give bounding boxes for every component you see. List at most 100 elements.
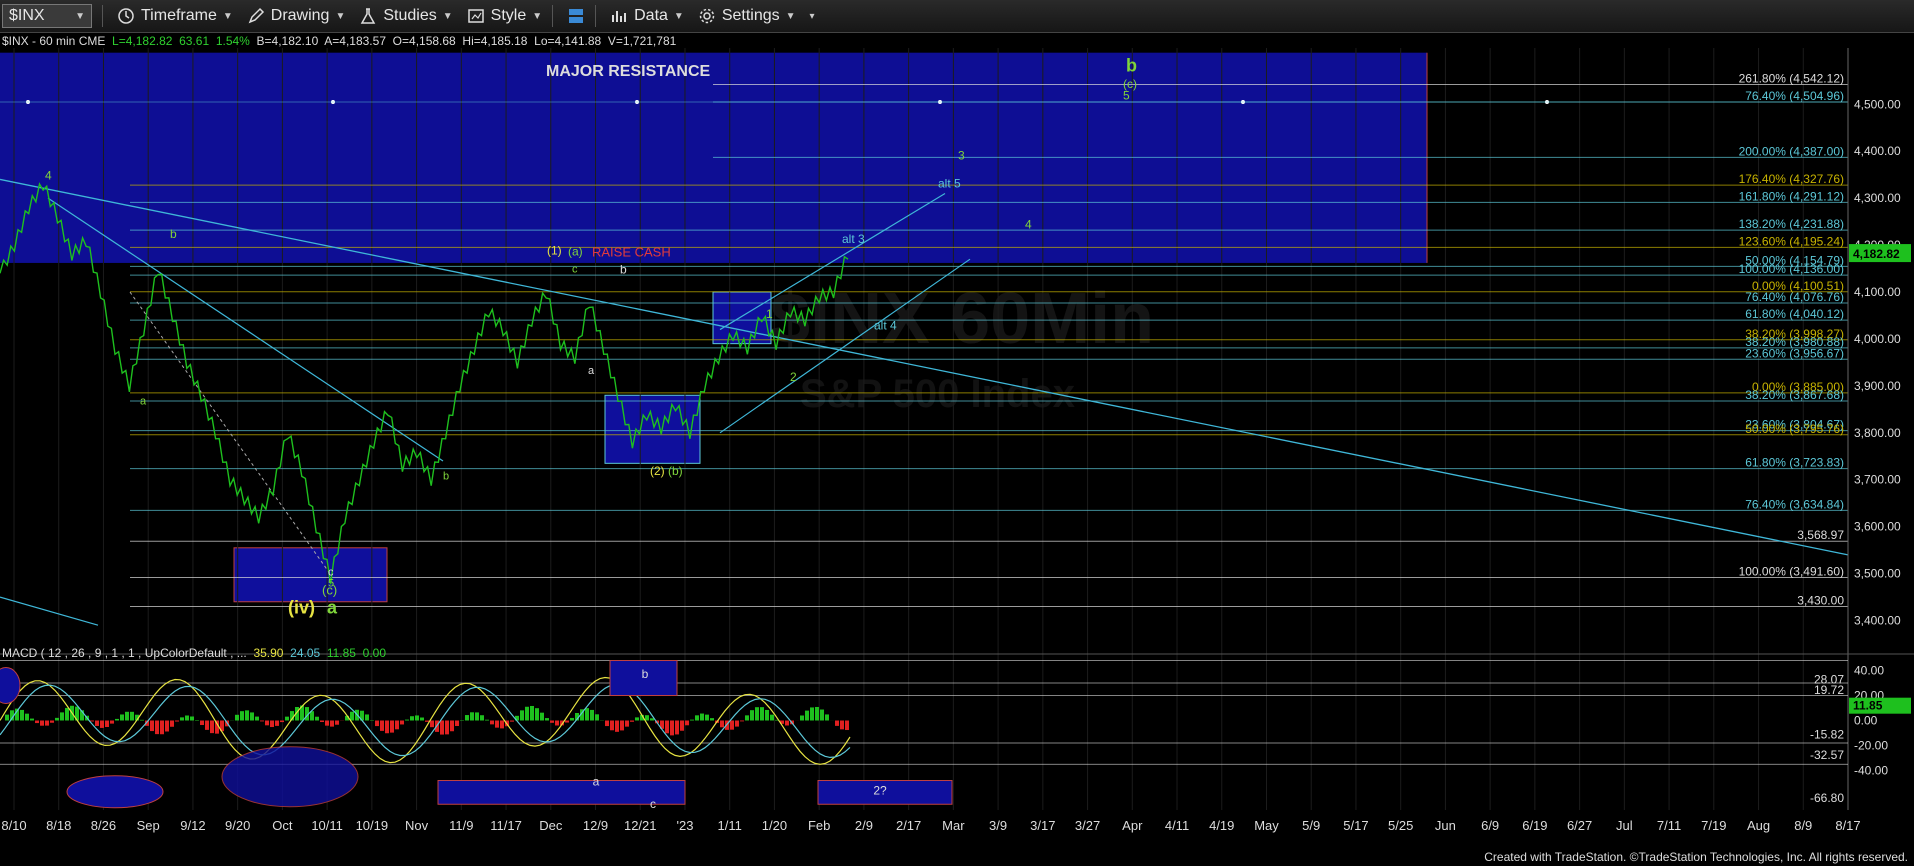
macd-hist-bar [325,720,329,726]
macd-hist-bar [390,720,394,733]
macd-header: MACD ( 12 , 26 , 9 , 1 , 1 , UpColorDefa… [2,646,386,660]
macd-hist-bar [825,714,829,721]
macd-hist-bar [350,711,354,721]
quote-bid: B=4,182.10 [256,34,319,48]
gear-icon [699,8,715,24]
macd-hist-bar [140,719,144,721]
chevron-down-icon: ▼ [75,10,85,22]
macd-hist-bar [200,720,204,726]
macd-hist-bar [685,720,689,726]
wave-label: b [443,471,449,483]
macd-hist-bar [365,714,369,721]
x-tick-label: Aug [1747,818,1770,833]
macd-hist-bar [650,718,654,721]
macd-hist-bar [635,717,639,721]
macd-hist-bar [30,718,34,721]
macd-hist-bar [100,720,104,728]
wave-label: 4 [45,168,52,182]
macd-hist-bar [210,720,214,734]
style-label: Style [490,7,527,24]
fib-level-label: 261.80% (4,542.12) [1739,72,1844,86]
data-button[interactable]: Data ▼ [610,7,684,25]
drawing-button[interactable]: Drawing ▼ [247,7,345,25]
fib-level-label: 38.20% (3,867.68) [1745,388,1844,402]
pencil-icon [248,7,264,24]
macd-hist-bar [500,720,504,729]
x-tick-label: 8/26 [91,818,116,833]
wave-label: b [1126,55,1137,75]
quote-symbol: $INX - 60 min CME [2,34,106,48]
macd-hist-bar [805,710,809,721]
wave-label: alt 4 [874,319,897,333]
macd-hist-bar [530,705,534,721]
timeframe-button[interactable]: Timeframe ▼ [117,7,233,25]
macd-hist-bar [585,708,589,721]
macd-hist-bar [670,720,674,736]
macd-hist-bar [745,715,749,721]
macd-level-label: -32.57 [1810,748,1844,762]
wave-label: c [572,263,578,275]
fib-level-label: 100.00% (4,136.00) [1739,262,1844,276]
macd-hist-bar [175,720,179,722]
macd-hist-bar [250,712,254,721]
macd-hist-bar [615,720,619,732]
footer-credit: Created with TradeStation. ©TradeStation… [1484,850,1908,864]
studies-button[interactable]: Studies ▼ [359,7,453,25]
macd-hist-bar [750,710,754,721]
macd-hist-bar [710,718,714,721]
macd-axis-tick: -20.00 [1854,739,1888,753]
macd-hist-bar [20,709,24,721]
macd-hist-bar [105,720,109,728]
price-chart[interactable]: 261.80% (4,542.12) 76.40% (4,504.96) 200.0… [0,48,1914,848]
macd-hist-bar [730,720,734,730]
macd-hist-bar [385,720,389,734]
macd-annotation: c [650,797,656,811]
style-button[interactable]: Style ▼ [467,7,542,25]
x-tick-label: 3/27 [1075,818,1100,833]
price-axis-tick: 4,000.00 [1854,332,1901,346]
macd-hist-bar [25,713,29,721]
macd-hist-bar [835,720,839,726]
wave-iv-box [233,547,388,603]
x-tick-label: Nov [405,818,429,833]
macd-hist-bar [770,714,774,721]
macd-hist-bar [65,707,69,721]
price-axis-tick: 3,700.00 [1854,473,1901,487]
fib-level-label: 76.40% (4,076.76) [1745,290,1844,304]
quote-open: O=4,158.68 [392,34,456,48]
symbol-selector[interactable]: $INX ▼ [2,4,92,28]
quote-line: $INX - 60 min CME L=4,182.82 63.61 1.54%… [2,34,676,48]
macd-hist-bar [470,712,474,721]
x-tick-label: 2/17 [896,818,921,833]
macd-hist-bar [625,720,629,727]
macd-hist-bar [535,708,539,721]
macd-ellipse [0,667,21,704]
layout-button[interactable] [567,7,585,25]
channel-lower [719,258,971,434]
x-tick-label: 8/9 [1794,818,1812,833]
fib-level-label: 200.00% (4,387.00) [1739,144,1844,158]
macd-hist-bar [420,717,424,721]
macd-hist-bar [720,720,724,728]
macd-hist-bar [480,715,484,721]
price-axis-tick: 3,900.00 [1854,379,1901,393]
toolbar-overflow[interactable]: ▾ [810,11,815,22]
symbol-value: $INX [9,7,45,24]
x-tick-label: 9/12 [180,818,205,833]
x-tick-label: 6/27 [1567,818,1592,833]
macd-hist-bar [695,715,699,721]
macd-hist-bar [235,714,239,721]
macd-hist-bar [5,714,9,721]
macd-hist-bar [455,720,459,726]
macd-hist-bar [380,720,384,731]
last-price-label: 4,182.82 [1853,247,1900,261]
macd-hist-bar [260,720,264,722]
fib-level-label: 176.40% (4,327.76) [1739,172,1844,186]
studies-label: Studies [383,7,437,24]
macd-hist-bar [705,714,709,721]
macd-hist-bar [785,720,789,726]
settings-button[interactable]: Settings ▼ [698,7,796,25]
macd-hist-bar [815,706,819,721]
macd-hist-bar [400,720,404,725]
macd-hist-bar [490,720,494,725]
